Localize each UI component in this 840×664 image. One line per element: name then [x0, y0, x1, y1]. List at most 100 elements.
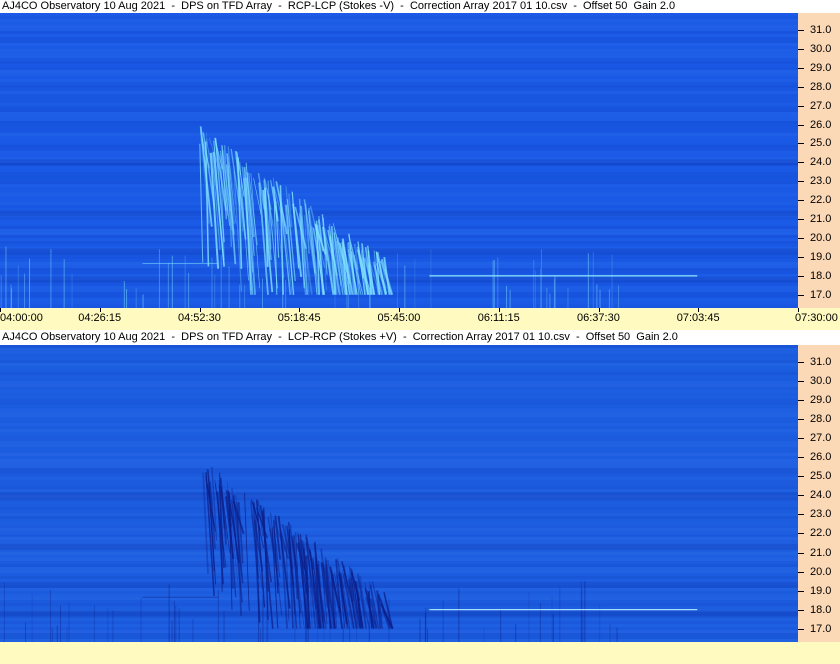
noise-band [0, 594, 798, 597]
noise-band [0, 534, 798, 537]
noise-band [0, 576, 798, 579]
interference-band [0, 276, 798, 283]
noise-band [0, 426, 798, 429]
time-axis-bottom [0, 642, 840, 664]
noise-band [0, 420, 798, 423]
y-tick-mark [798, 219, 804, 221]
noise-band [0, 148, 798, 151]
noise-band [0, 265, 798, 268]
y-tick-mark [798, 294, 804, 296]
noise-band [0, 178, 798, 181]
noise-band [0, 22, 798, 25]
noise-band [0, 564, 798, 567]
noise-band [0, 76, 798, 79]
noise-band [0, 498, 798, 501]
noise-band [0, 289, 798, 292]
y-tick-mark [798, 238, 804, 240]
y-tick-mark [798, 419, 804, 421]
y-tick-mark [798, 438, 804, 440]
noise-band [0, 28, 798, 31]
noise-band [0, 417, 798, 420]
y-tick-label: 18.0 [810, 269, 832, 282]
noise-band [0, 423, 798, 426]
noise-band [0, 193, 798, 196]
noise-band [0, 46, 798, 49]
noise-band [0, 283, 798, 286]
interference-band [0, 610, 798, 617]
noise-band [0, 223, 798, 226]
noise-band [0, 444, 798, 447]
y-tick-label: 28.0 [810, 80, 832, 93]
noise-band [0, 133, 798, 136]
noise-band [0, 633, 798, 636]
noise-band [0, 109, 798, 112]
noise-band [0, 507, 798, 510]
noise-band [0, 459, 798, 462]
noise-band [0, 100, 798, 103]
noise-band [0, 181, 798, 184]
noise-band [0, 268, 798, 271]
noise-band [0, 295, 798, 298]
noise-band [0, 262, 798, 265]
noise-band [0, 172, 798, 175]
noise-band [0, 477, 798, 480]
noise-band [0, 118, 798, 121]
y-tick-label: 23.0 [810, 508, 832, 521]
noise-band [0, 621, 798, 624]
noise-band [0, 396, 798, 399]
noise-band [0, 537, 798, 540]
noise-band [0, 13, 798, 16]
noise-band [0, 606, 798, 609]
noise-band [0, 630, 798, 633]
interference-band [0, 159, 798, 166]
y-tick-label: 18.0 [810, 603, 832, 616]
noise-band [0, 393, 798, 396]
noise-band [0, 259, 798, 262]
noise-band [0, 220, 798, 223]
noise-band [0, 405, 798, 408]
y-tick-mark [798, 86, 804, 88]
y-tick-label: 30.0 [810, 42, 832, 55]
noise-band [0, 124, 798, 127]
noise-band [0, 354, 798, 357]
noise-band [0, 190, 798, 193]
y-tick-mark [798, 628, 804, 630]
noise-band [0, 61, 798, 64]
x-tick-label: 07:30:00 [795, 312, 838, 324]
noise-band [0, 435, 798, 438]
spectrogram-lcp-rcp[interactable] [0, 345, 798, 642]
y-tick-label: 26.0 [810, 118, 832, 131]
y-tick-mark [798, 200, 804, 202]
y-tick-mark [798, 30, 804, 32]
noise-band [0, 567, 798, 570]
y-tick-mark [798, 609, 804, 611]
noise-band [0, 558, 798, 561]
noise-band [0, 453, 798, 456]
y-tick-label: 23.0 [810, 175, 832, 188]
y-tick-label: 19.0 [810, 584, 832, 597]
noise-band [0, 238, 798, 241]
noise-band [0, 67, 798, 70]
noise-band [0, 513, 798, 516]
x-tick-label: 06:37:30 [577, 312, 620, 324]
noise-band [0, 82, 798, 85]
y-tick-mark [798, 533, 804, 535]
noise-band [0, 519, 798, 522]
noise-band [0, 151, 798, 154]
noise-band [0, 402, 798, 405]
spectrogram-rcp-lcp[interactable] [0, 13, 798, 308]
y-tick-label: 17.0 [810, 288, 832, 301]
noise-band [0, 399, 798, 402]
noise-band [0, 232, 798, 235]
noise-band [0, 483, 798, 486]
frequency-axis-bottom: 31.0 30.0 29.0 28.0 27.0 26.0 25.0 24.0 23.0 22.0… [798, 345, 840, 642]
noise-band [0, 441, 798, 444]
noise-band [0, 304, 798, 307]
noise-band [0, 115, 798, 118]
noise-band [0, 196, 798, 199]
y-tick-label: 20.0 [810, 232, 832, 245]
y-tick-label: 21.0 [810, 213, 832, 226]
noise-band [0, 561, 798, 564]
noise-band [0, 292, 798, 295]
y-tick-label: 17.0 [810, 622, 832, 635]
